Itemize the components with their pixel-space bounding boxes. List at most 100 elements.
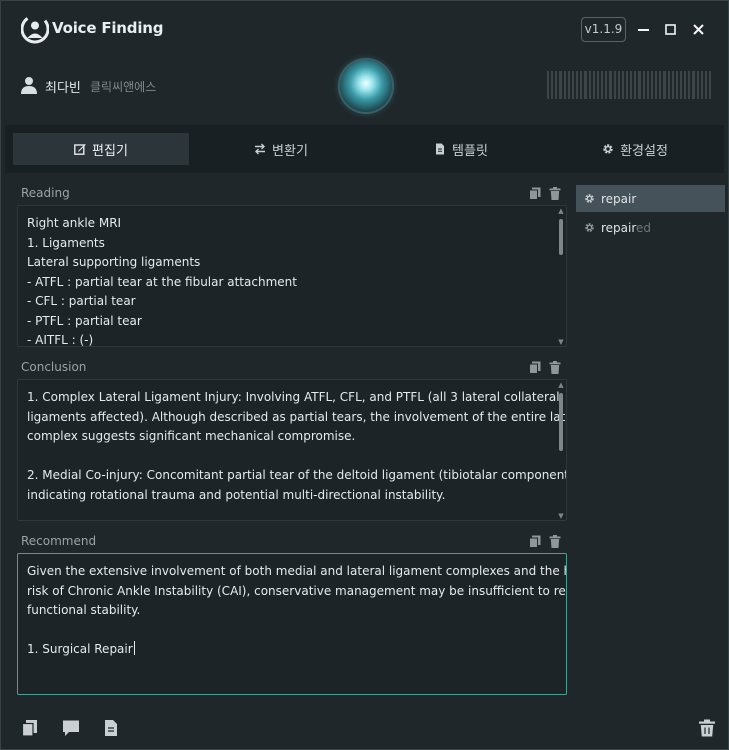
edit-icon: [74, 144, 86, 155]
scroll-down-icon[interactable]: ▼: [558, 339, 564, 346]
text-line: [27, 621, 552, 641]
reading-scrollbar[interactable]: ▲ ▼: [558, 208, 564, 346]
text-line: Lateral supporting ligaments: [27, 255, 201, 269]
meter-bar: [605, 71, 608, 99]
document-icon[interactable]: [102, 719, 120, 737]
meter-bar: [596, 71, 600, 99]
text-line: Right ankle MRI: [27, 216, 122, 230]
reading-label: Reading: [21, 186, 70, 200]
suggestion-completion: ed: [636, 220, 652, 235]
bottom-toolbar: [1, 708, 728, 749]
user-name: 최다빈: [45, 81, 81, 96]
text-line: risk of Chronic Ankle Instability (CAI),…: [27, 583, 567, 598]
meter-bar: [630, 71, 633, 99]
tab-settings[interactable]: 환경설정: [553, 133, 717, 165]
text-line: - ATFL : partial tear at the fibular att…: [27, 274, 297, 289]
meter-bar: [547, 71, 550, 99]
text-line: - AITFL : (-): [27, 333, 94, 347]
meter-bar: [601, 71, 604, 99]
text-line: 1. Complex Lateral Ligament Injury: Invo…: [27, 390, 560, 404]
minimize-button[interactable]: [633, 19, 653, 39]
trash-icon[interactable]: [698, 719, 716, 737]
meter-bar: [567, 71, 570, 99]
meter-bar: [621, 71, 624, 99]
conclusion-textarea[interactable]: 1. Complex Lateral Ligament Injury: Invo…: [17, 379, 567, 521]
text-line: functional stability.: [27, 603, 141, 617]
suggestion-panel: repair repaired: [576, 185, 725, 705]
trash-icon[interactable]: [549, 535, 561, 548]
meter-bar: [592, 71, 595, 99]
scroll-up-icon[interactable]: ▲: [558, 382, 564, 389]
meter-bar: [580, 71, 583, 99]
recommend-textarea[interactable]: Given the extensive involvement of both …: [17, 553, 567, 695]
swap-icon: [255, 143, 266, 155]
meter-bar: [588, 71, 591, 99]
conclusion-actions: [529, 361, 561, 374]
tab-converter[interactable]: 변환기: [193, 133, 369, 165]
recommend-label: Recommend: [21, 534, 97, 548]
voice-record-orb[interactable]: [340, 60, 392, 112]
suggestion-item[interactable]: repaired: [576, 214, 725, 241]
suggestion-label: repaired: [601, 221, 651, 235]
text-line: - CFL : partial tear: [27, 294, 136, 308]
user-organization: 클릭씨앤에스: [90, 80, 157, 94]
trash-icon[interactable]: [549, 187, 561, 200]
maximize-button[interactable]: [660, 19, 680, 39]
suggestion-item[interactable]: repair: [576, 185, 725, 212]
meter-bar: [646, 71, 649, 99]
gear-icon: [585, 194, 594, 203]
tab-settings-label: 환경설정: [620, 143, 668, 159]
close-button[interactable]: [688, 19, 708, 39]
reading-textarea[interactable]: Right ankle MRI 1. Ligaments Lateral suppo…: [17, 205, 567, 347]
comment-icon[interactable]: [62, 719, 80, 737]
text-line: Given the extensive involvement of both …: [27, 564, 567, 578]
text-line: indicating rotational trauma and potenti…: [27, 487, 446, 502]
text-line: complex suggests significant mechanical …: [27, 429, 356, 443]
copy-icon[interactable]: [529, 535, 541, 548]
tab-editor-label: 편집기: [92, 143, 128, 159]
meter-bar: [617, 71, 620, 99]
user-icon: [21, 77, 37, 94]
text-caret: [133, 641, 135, 655]
scroll-thumb[interactable]: [559, 219, 563, 255]
text-line: ligaments affected). Although described …: [27, 409, 567, 424]
close-icon: [692, 23, 704, 35]
meter-bar: [684, 71, 687, 99]
tab-template[interactable]: 템플릿: [373, 133, 549, 165]
scroll-up-icon[interactable]: ▲: [558, 208, 564, 215]
conclusion-scrollbar[interactable]: ▲ ▼: [558, 382, 564, 520]
text-line: - PTFL : partial tear: [27, 313, 142, 328]
meter-bar: [555, 71, 558, 99]
main-tab-bar: 편집기 변환기 템플릿 환경설정: [5, 125, 724, 173]
suggestion-label: repair: [601, 191, 637, 206]
title-bar[interactable]: Voice Finding v1.1.9: [1, 1, 728, 57]
minimize-icon: [637, 28, 649, 31]
text-line: 2. Medial Co-injury: Concomitant partial…: [27, 468, 567, 482]
meter-bar: [576, 71, 579, 99]
app-window: Voice Finding v1.1.9 최다빈 클릭씨앤에스 편집기 변환기 …: [0, 0, 729, 750]
tab-template-label: 템플릿: [452, 143, 488, 159]
meter-bar: [709, 71, 712, 99]
meter-bar: [613, 71, 616, 99]
meter-bar: [571, 71, 575, 99]
meter-bar: [680, 71, 683, 99]
document-icon: [436, 143, 445, 155]
scroll-thumb[interactable]: [559, 393, 563, 451]
meter-bar: [704, 71, 708, 99]
copy-all-icon[interactable]: [21, 719, 39, 737]
copy-icon[interactable]: [529, 361, 541, 374]
audio-level-meter: [547, 71, 712, 99]
gear-icon: [603, 144, 613, 154]
meter-bar: [655, 71, 658, 99]
meter-bar: [696, 71, 699, 99]
tab-editor[interactable]: 편집기: [13, 133, 189, 165]
version-badge: v1.1.9: [581, 17, 626, 42]
tab-converter-label: 변환기: [272, 143, 308, 159]
scroll-down-icon[interactable]: ▼: [558, 513, 564, 520]
meter-bar: [688, 71, 691, 99]
meter-bar: [692, 71, 695, 99]
copy-icon[interactable]: [529, 187, 541, 200]
meter-bar: [700, 71, 703, 99]
meter-bar: [551, 71, 554, 99]
trash-icon[interactable]: [549, 361, 561, 374]
